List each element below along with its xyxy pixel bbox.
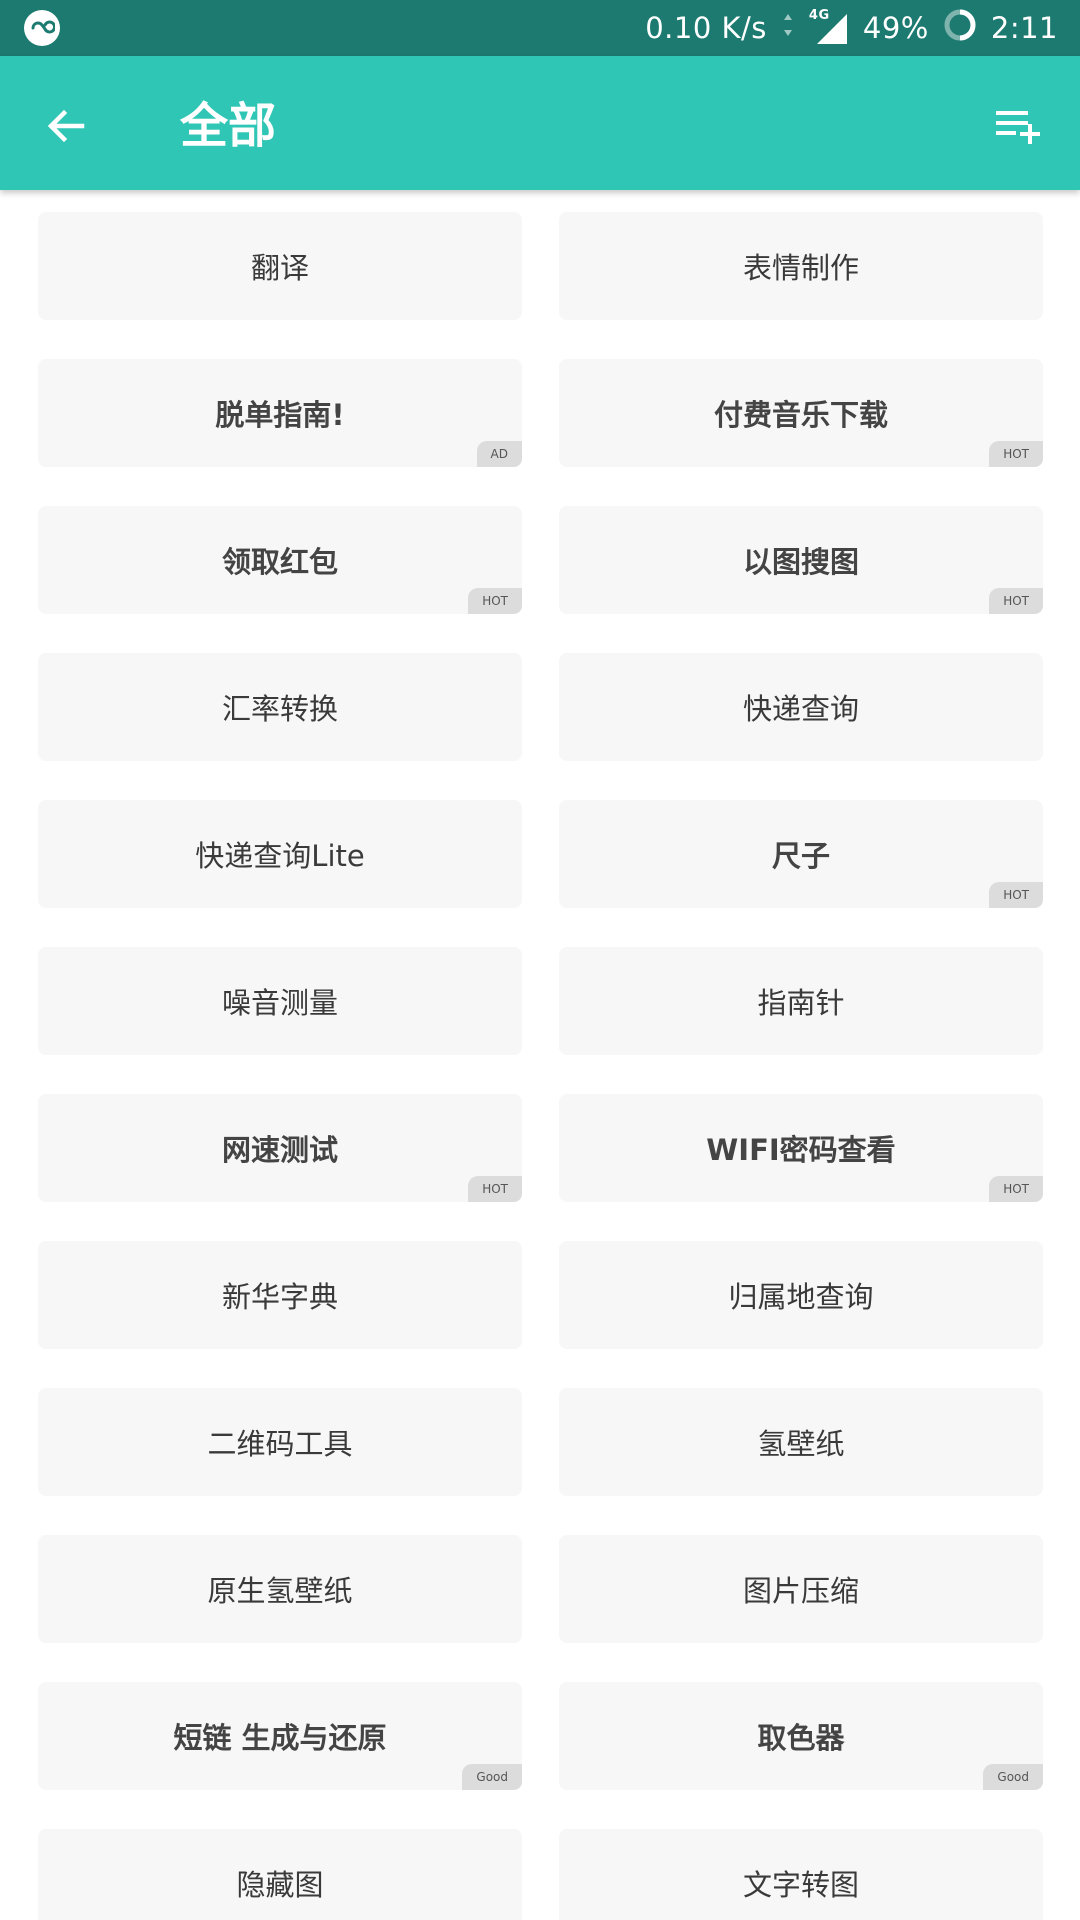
- tool-tile[interactable]: 指南针: [559, 947, 1043, 1055]
- tool-label: 文字转图: [742, 1868, 859, 1902]
- tool-tile[interactable]: 领取红包 HOT: [38, 506, 522, 614]
- tool-tile[interactable]: 噪音测量: [38, 947, 522, 1055]
- tool-badge: Good: [462, 1764, 522, 1790]
- tool-tile[interactable]: 翻译: [38, 212, 522, 320]
- tool-badge: HOT: [468, 588, 522, 614]
- tool-label: WIFI密码查看: [706, 1133, 896, 1167]
- tool-label: 隐藏图: [236, 1868, 324, 1902]
- network-speed: 0.10 K/s: [645, 11, 767, 45]
- tool-badge: Good: [983, 1764, 1043, 1790]
- tool-tile[interactable]: 归属地查询: [559, 1241, 1043, 1349]
- tool-label: 噪音测量: [221, 986, 338, 1020]
- tool-badge: HOT: [989, 882, 1043, 908]
- tool-tile[interactable]: 网速测试 HOT: [38, 1094, 522, 1202]
- tool-label: 以图搜图: [742, 545, 859, 579]
- tool-label: 快递查询: [742, 692, 859, 726]
- arrow-left-icon: [47, 109, 85, 143]
- tool-label: 归属地查询: [728, 1280, 874, 1314]
- tool-tile[interactable]: 图片压缩: [559, 1535, 1043, 1643]
- tool-label: 原生氢壁纸: [207, 1574, 353, 1608]
- tool-badge: AD: [476, 441, 522, 467]
- tool-label: 短链 生成与还原: [173, 1721, 387, 1755]
- tool-label: 脱单指南!: [215, 398, 345, 432]
- tool-tile[interactable]: 隐藏图: [38, 1829, 522, 1920]
- tool-tile[interactable]: 尺子 HOT: [559, 800, 1043, 908]
- app-logo-icon: [24, 10, 60, 46]
- tool-label: 二维码工具: [207, 1427, 353, 1461]
- signal-icon: 4G: [809, 8, 849, 46]
- clock: 2:11: [990, 11, 1058, 45]
- app-bar: 全部: [0, 56, 1080, 190]
- tool-label: 取色器: [757, 1721, 845, 1755]
- tool-label: 领取红包: [221, 545, 338, 579]
- battery-ring-icon: [943, 8, 977, 49]
- tool-tile[interactable]: WIFI密码查看 HOT: [559, 1094, 1043, 1202]
- tool-label: 图片压缩: [742, 1574, 859, 1608]
- tool-tile[interactable]: 新华字典: [38, 1241, 522, 1349]
- data-arrows-icon: [781, 10, 795, 47]
- tool-tile[interactable]: 二维码工具: [38, 1388, 522, 1496]
- battery-level: 49%: [862, 11, 929, 45]
- status-bar: 0.10 K/s 4G 49% 2:11: [0, 0, 1080, 56]
- tool-label: 表情制作: [742, 251, 859, 285]
- tool-tile[interactable]: 快递查询Lite: [38, 800, 522, 908]
- tool-tile[interactable]: 短链 生成与还原 Good: [38, 1682, 522, 1790]
- tool-label: 付费音乐下载: [713, 398, 888, 432]
- tool-label: 尺子: [771, 839, 830, 873]
- tool-tile[interactable]: 原生氢壁纸: [38, 1535, 522, 1643]
- tool-badge: HOT: [989, 588, 1043, 614]
- tool-tile[interactable]: 文字转图: [559, 1829, 1043, 1920]
- tool-badge: HOT: [468, 1176, 522, 1202]
- back-button[interactable]: [30, 90, 102, 162]
- page-title: 全部: [180, 98, 277, 154]
- add-to-list-button[interactable]: [984, 90, 1056, 162]
- tool-tile[interactable]: 表情制作: [559, 212, 1043, 320]
- tool-label: 汇率转换: [221, 692, 338, 726]
- tool-badge: HOT: [989, 441, 1043, 467]
- tool-tile[interactable]: 付费音乐下载 HOT: [559, 359, 1043, 467]
- tool-label: 快递查询Lite: [195, 839, 365, 873]
- tool-tile[interactable]: 氢壁纸: [559, 1388, 1043, 1496]
- tool-label: 网速测试: [221, 1133, 338, 1167]
- tool-label: 新华字典: [221, 1280, 338, 1314]
- tool-tile[interactable]: 快递查询: [559, 653, 1043, 761]
- tool-tile[interactable]: 取色器 Good: [559, 1682, 1043, 1790]
- tool-label: 翻译: [250, 251, 309, 285]
- tool-badge: HOT: [989, 1176, 1043, 1202]
- tool-tile[interactable]: 汇率转换: [38, 653, 522, 761]
- tool-label: 指南针: [757, 986, 845, 1020]
- tool-grid: 翻译 表情制作脱单指南! AD 付费音乐下载 HOT 领取红包 HOT 以图搜图 HOT 汇率转换…: [0, 190, 1080, 1920]
- playlist-add-icon: [996, 111, 1040, 144]
- tool-tile[interactable]: 脱单指南! AD: [38, 359, 522, 467]
- tool-label: 氢壁纸: [757, 1427, 845, 1461]
- tool-tile[interactable]: 以图搜图 HOT: [559, 506, 1043, 614]
